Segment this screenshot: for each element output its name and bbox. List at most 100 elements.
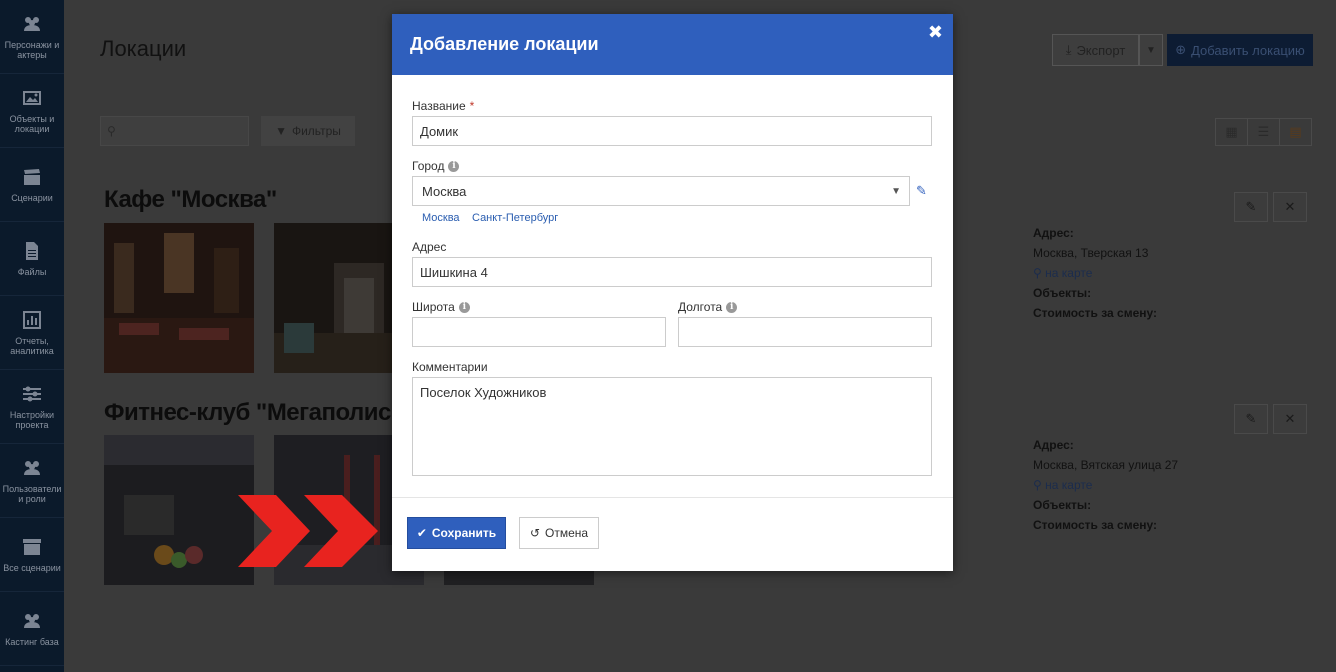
export-dropdown-button[interactable]: ▼ bbox=[1139, 34, 1163, 66]
sidebar-item-scenarios[interactable]: Сценарии bbox=[0, 148, 64, 222]
map-link[interactable]: ⚲ на карте bbox=[1033, 263, 1157, 283]
search-icon: ⚲ bbox=[107, 124, 116, 138]
export-button[interactable]: ⤓ Экспорт bbox=[1052, 34, 1139, 66]
latitude-field-label: Широта i bbox=[412, 300, 470, 314]
location-name[interactable]: Фитнес-клуб "Мегаполис" bbox=[104, 399, 402, 427]
info-icon[interactable]: i bbox=[458, 301, 470, 313]
edit-button[interactable]: ✎ bbox=[1234, 404, 1268, 434]
filter-icon: ▼ bbox=[275, 124, 287, 138]
address-label: Адрес: bbox=[1033, 226, 1074, 240]
address-value: Москва, Тверская 13 bbox=[1033, 246, 1149, 260]
sidebar-item-label: Объекты и локации bbox=[9, 113, 55, 134]
sidebar: Персонажи и актеры Объекты и локации Сце… bbox=[0, 0, 64, 672]
file-icon bbox=[26, 241, 38, 260]
plus-circle-icon: ⊕ bbox=[1175, 42, 1187, 57]
address-field[interactable]: Шишкина 4 bbox=[412, 257, 932, 287]
city-select-value: Москва bbox=[422, 183, 467, 199]
edit-button[interactable]: ✎ bbox=[1234, 192, 1268, 222]
sidebar-item-objects[interactable]: Объекты и локации bbox=[0, 74, 64, 148]
download-icon: ⤓ bbox=[1065, 42, 1072, 57]
edit-icon: ✎ bbox=[1245, 199, 1257, 214]
info-icon[interactable]: i bbox=[448, 160, 460, 172]
cancel-label: Отмена bbox=[545, 526, 589, 540]
sidebar-item-casting[interactable]: Кастинг база bbox=[0, 592, 64, 666]
address-field-label: Адрес bbox=[412, 240, 447, 254]
close-icon[interactable]: ✖ bbox=[928, 22, 943, 43]
list-view-icon[interactable]: ☰ bbox=[1248, 119, 1280, 145]
required-mark: * bbox=[469, 99, 475, 113]
cost-label: Стоимость за смену: bbox=[1033, 306, 1158, 320]
view-toggle: ▦ ☰ ▤ bbox=[1215, 118, 1312, 146]
objects-label: Объекты: bbox=[1033, 286, 1092, 300]
page-title: Локации bbox=[100, 36, 187, 61]
address-label: Адрес: bbox=[1033, 438, 1074, 452]
sidebar-item-label: Пользователи и роли bbox=[2, 483, 62, 504]
sidebar-item-label: Сценарии bbox=[11, 192, 53, 203]
chevron-down-icon: ▼ bbox=[891, 186, 901, 197]
undo-icon: ↺ bbox=[529, 526, 540, 540]
city-select[interactable]: Москва ▼ bbox=[412, 176, 910, 206]
name-field-label: Название * bbox=[412, 99, 474, 113]
cancel-button[interactable]: ↺ Отмена bbox=[519, 517, 599, 549]
name-label-text: Название bbox=[412, 99, 466, 113]
add-location-label: Добавить локацию bbox=[1191, 42, 1305, 58]
address-value: Москва, Вятская улица 27 bbox=[1033, 458, 1179, 472]
info-icon[interactable]: i bbox=[726, 301, 738, 313]
people-icon bbox=[24, 613, 40, 628]
location-info: Адрес: Москва, Вятская улица 27 ⚲ на кар… bbox=[1033, 435, 1178, 535]
sidebar-item-all-scenarios[interactable]: Все сценарии bbox=[0, 518, 64, 592]
location-info: Адрес: Москва, Тверская 13 ⚲ на карте Об… bbox=[1033, 223, 1157, 323]
sidebar-item-label: Кастинг база bbox=[5, 636, 59, 647]
map-link-label: на карте bbox=[1045, 266, 1093, 280]
save-button[interactable]: ✔ Сохранить bbox=[407, 517, 506, 549]
export-label: Экспорт bbox=[1076, 42, 1126, 58]
latitude-field[interactable] bbox=[412, 317, 666, 347]
location-name[interactable]: Кафе "Москва" bbox=[104, 186, 277, 214]
city-quick-link[interactable]: Москва bbox=[422, 212, 460, 224]
save-label: Сохранить bbox=[431, 526, 497, 540]
longitude-label-text: Долгота bbox=[678, 300, 723, 314]
grid-view-icon[interactable]: ▦ bbox=[1216, 119, 1248, 145]
location-photo[interactable] bbox=[104, 223, 254, 373]
filters-button[interactable]: ▼ Фильтры bbox=[261, 116, 355, 146]
location-photo[interactable] bbox=[104, 435, 254, 585]
modal-footer-divider bbox=[392, 497, 953, 498]
modal-body: Название * Домик Город i Москва ▼ ✎ Москва… bbox=[392, 75, 953, 497]
sidebar-item-files[interactable]: Файлы bbox=[0, 222, 64, 296]
edit-city-icon[interactable]: ✎ bbox=[916, 183, 927, 199]
close-icon: ✕ bbox=[1284, 411, 1296, 426]
search-input[interactable]: ⚲ bbox=[100, 116, 249, 146]
name-field[interactable]: Домик bbox=[412, 116, 932, 146]
add-location-button[interactable]: ⊕ Добавить локацию bbox=[1167, 34, 1313, 66]
sidebar-item-label: Все сценарии bbox=[3, 562, 61, 573]
comments-textarea[interactable]: Поселок Художников bbox=[412, 377, 932, 476]
chart-icon bbox=[23, 310, 41, 329]
people-icon bbox=[24, 16, 40, 31]
close-icon: ✕ bbox=[1284, 199, 1296, 214]
map-marker-icon: ⚲ bbox=[1033, 478, 1046, 492]
city-field-label: Город i bbox=[412, 159, 460, 173]
sidebar-item-reports[interactable]: Отчеты, аналитика bbox=[0, 296, 64, 370]
longitude-field[interactable] bbox=[678, 317, 932, 347]
comments-field-label: Комментарии bbox=[412, 360, 488, 374]
chevron-down-icon: ▼ bbox=[1146, 44, 1156, 56]
filters-label: Фильтры bbox=[291, 124, 341, 138]
longitude-field-label: Долгота i bbox=[678, 300, 738, 314]
archive-icon bbox=[23, 538, 41, 555]
sidebar-item-users[interactable]: Пользователи и роли bbox=[0, 444, 64, 518]
cost-label: Стоимость за смену: bbox=[1033, 518, 1158, 532]
sidebar-item-settings[interactable]: Настройки проекта bbox=[0, 370, 64, 444]
delete-button[interactable]: ✕ bbox=[1273, 192, 1307, 222]
image-icon bbox=[23, 90, 41, 105]
city-quick-link[interactable]: Санкт-Петербург bbox=[472, 212, 558, 224]
delete-button[interactable]: ✕ bbox=[1273, 404, 1307, 434]
map-link[interactable]: ⚲ на карте bbox=[1033, 475, 1178, 495]
chevron-arrows-icon bbox=[238, 495, 378, 567]
add-location-modal: Добавление локации ✖ Название * Домик Гор… bbox=[392, 14, 953, 571]
sidebar-item-actors[interactable]: Персонажи и актеры bbox=[0, 0, 64, 74]
objects-label: Объекты: bbox=[1033, 498, 1092, 512]
card-view-icon[interactable]: ▤ bbox=[1280, 119, 1311, 145]
modal-title: Добавление локации bbox=[410, 34, 599, 54]
sidebar-item-label: Настройки проекта bbox=[9, 409, 55, 430]
map-link-label: на карте bbox=[1045, 478, 1093, 492]
